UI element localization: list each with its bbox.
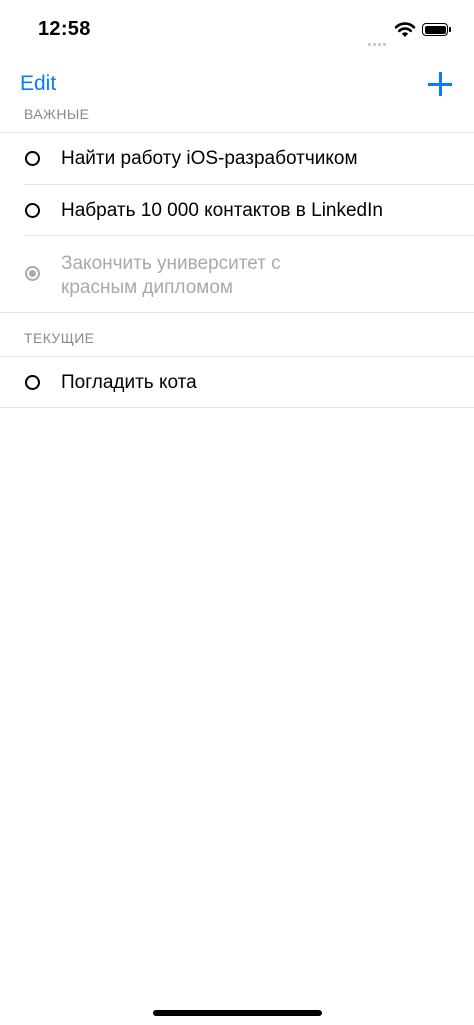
radio-unchecked-icon[interactable] — [25, 151, 40, 166]
cellular-signal-icon — [368, 33, 388, 51]
task-row[interactable]: Набрать 10 000 контактов в LinkedIn — [0, 185, 474, 235]
task-row-completed[interactable]: Закончить университет с красным дипломом — [0, 236, 474, 312]
separator — [0, 312, 474, 313]
task-title-line1: Закончить университет с — [61, 253, 281, 274]
radio-unchecked-icon[interactable] — [25, 375, 40, 390]
status-bar: 12:58 — [0, 0, 474, 60]
add-button[interactable] — [427, 71, 453, 97]
status-time: 12:58 — [38, 18, 91, 40]
section-header-important: ВАЖНЫЕ — [24, 106, 90, 122]
wifi-icon — [394, 22, 416, 37]
separator — [0, 407, 474, 408]
radio-checked-icon[interactable] — [25, 266, 40, 281]
radio-unchecked-icon[interactable] — [25, 203, 40, 218]
battery-icon — [422, 23, 451, 36]
task-row[interactable]: Погладить кота — [0, 357, 474, 407]
task-title-line2: красным дипломом — [61, 277, 233, 298]
task-row[interactable]: Найти работу iOS-разработчиком — [0, 133, 474, 184]
task-title: Закончить университет с красным дипломом — [61, 252, 281, 300]
edit-button[interactable]: Edit — [20, 72, 56, 96]
task-title: Набрать 10 000 контактов в LinkedIn — [61, 200, 383, 221]
task-title: Погладить кота — [61, 372, 197, 393]
home-indicator — [153, 1010, 322, 1016]
section-header-current: ТЕКУЩИЕ — [24, 330, 95, 346]
task-title: Найти работу iOS-разработчиком — [61, 148, 358, 169]
